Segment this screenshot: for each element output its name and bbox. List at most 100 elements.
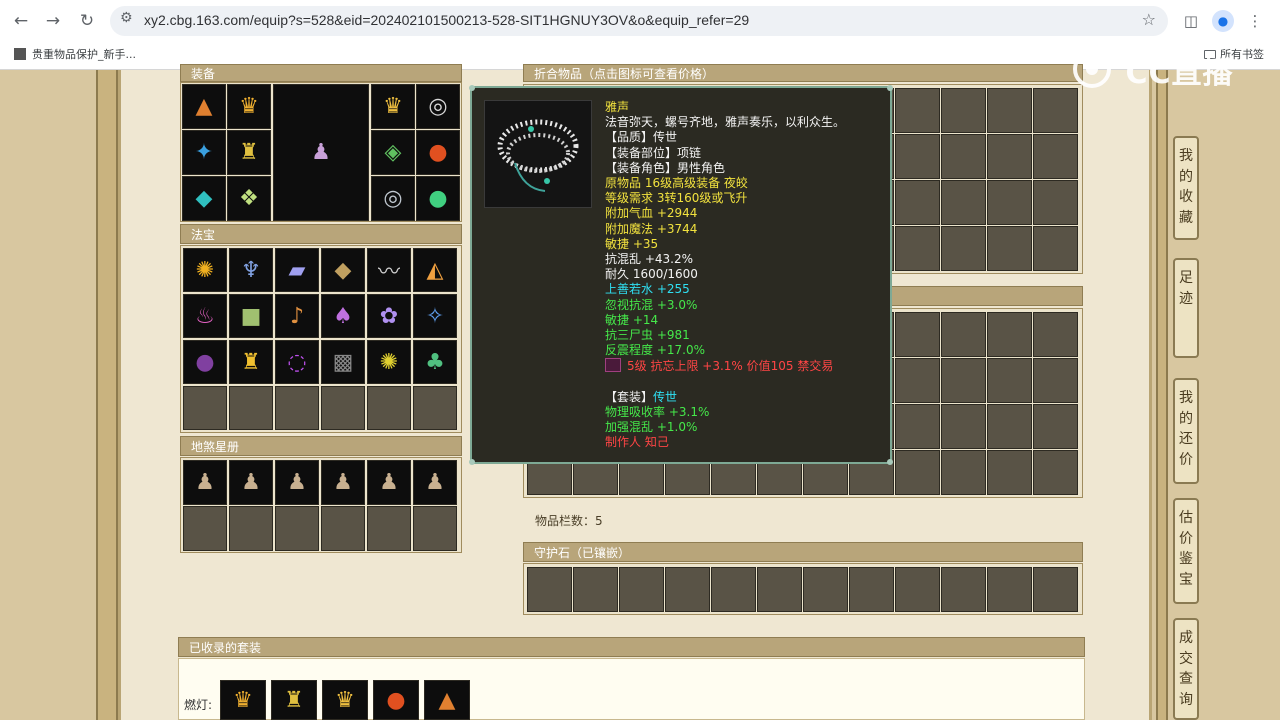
item-slot[interactable] [573, 567, 618, 612]
item-slot[interactable] [987, 567, 1032, 612]
avatar[interactable]: ● [1212, 10, 1234, 32]
item-slot[interactable] [757, 567, 802, 612]
side-tab[interactable]: 足迹 [1173, 258, 1199, 358]
disha-slot[interactable] [275, 506, 319, 551]
item-slot[interactable] [803, 567, 848, 612]
equipment-slot[interactable]: ● [416, 176, 460, 221]
fabao-slot[interactable]: ♨ [183, 294, 227, 338]
item-slot[interactable] [987, 404, 1032, 449]
item-slot[interactable] [895, 88, 940, 133]
fabao-slot[interactable] [367, 386, 411, 430]
equipment-slot[interactable]: ✦ [182, 130, 226, 175]
item-slot[interactable] [895, 226, 940, 271]
set-item-icon[interactable]: ♛ [322, 680, 368, 720]
fabao-slot[interactable]: 〰 [367, 248, 411, 292]
disha-slot[interactable] [229, 506, 273, 551]
item-slot[interactable] [527, 567, 572, 612]
item-slot[interactable] [665, 567, 710, 612]
side-tab[interactable]: 我的收藏 [1173, 136, 1199, 240]
fabao-slot[interactable]: ✺ [183, 248, 227, 292]
fabao-slot[interactable]: ✺ [367, 340, 411, 384]
item-slot[interactable] [895, 404, 940, 449]
fabao-slot[interactable]: ♪ [275, 294, 319, 338]
equipment-slot[interactable]: ◎ [416, 84, 460, 129]
side-tab[interactable]: 成交查询 [1173, 618, 1199, 720]
item-slot[interactable] [1033, 450, 1078, 495]
sidebar-icon[interactable]: ◫ [1180, 10, 1202, 32]
arrow-right-icon[interactable]: → [42, 10, 64, 32]
url-text[interactable]: xy2.cbg.163.com/equip?s=528&eid=20240210… [144, 12, 749, 28]
fabao-slot[interactable]: ✿ [367, 294, 411, 338]
side-tab[interactable]: 估价鉴宝 [1173, 498, 1199, 604]
item-slot[interactable] [1033, 567, 1078, 612]
item-slot[interactable] [941, 134, 986, 179]
set-item-icon[interactable]: ● [373, 680, 419, 720]
disha-slot[interactable] [413, 506, 457, 551]
fabao-slot[interactable]: ■ [229, 294, 273, 338]
disha-slot[interactable]: ♟ [367, 460, 411, 505]
item-slot[interactable] [1033, 226, 1078, 271]
fabao-slot[interactable]: ● [183, 340, 227, 384]
disha-slot[interactable]: ♟ [275, 460, 319, 505]
site-info-icon[interactable]: ⚙ [120, 10, 133, 26]
item-slot[interactable] [849, 567, 894, 612]
item-slot[interactable] [941, 312, 986, 357]
equipment-slot[interactable]: ▲ [182, 84, 226, 129]
fabao-slot[interactable]: ✧ [413, 294, 457, 338]
item-slot[interactable] [1033, 358, 1078, 403]
character-portrait[interactable]: ♟ [273, 84, 369, 221]
item-slot[interactable] [1033, 404, 1078, 449]
disha-slot[interactable]: ♟ [229, 460, 273, 505]
item-slot[interactable] [895, 358, 940, 403]
item-slot[interactable] [941, 450, 986, 495]
item-slot[interactable] [987, 450, 1032, 495]
item-slot[interactable] [1033, 134, 1078, 179]
fabao-slot[interactable]: ▰ [275, 248, 319, 292]
item-slot[interactable] [619, 567, 664, 612]
equipment-slot[interactable]: ♛ [227, 84, 271, 129]
bookmark-star-icon[interactable]: ☆ [1142, 10, 1156, 29]
item-slot[interactable] [895, 134, 940, 179]
item-slot[interactable] [941, 88, 986, 133]
item-slot[interactable] [987, 312, 1032, 357]
fabao-slot[interactable]: ♜ [229, 340, 273, 384]
equipment-slot[interactable]: ♛ [371, 84, 415, 129]
item-slot[interactable] [1033, 180, 1078, 225]
set-item-icon[interactable]: ♛ [220, 680, 266, 720]
item-slot[interactable] [987, 358, 1032, 403]
item-slot[interactable] [895, 180, 940, 225]
item-slot[interactable] [1033, 312, 1078, 357]
equipment-slot[interactable]: ◆ [182, 176, 226, 221]
item-slot[interactable] [987, 88, 1032, 133]
fabao-slot[interactable] [275, 386, 319, 430]
fabao-slot[interactable]: ♣ [413, 340, 457, 384]
item-slot[interactable] [987, 226, 1032, 271]
address-bar[interactable]: ⚙ xy2.cbg.163.com/equip?s=528&eid=202402… [110, 6, 1168, 36]
menu-dots-icon[interactable]: ⋮ [1244, 10, 1266, 32]
item-slot[interactable] [941, 567, 986, 612]
equipment-slot[interactable]: ◈ [371, 130, 415, 175]
equipment-slot[interactable]: ◎ [371, 176, 415, 221]
fabao-slot[interactable]: ◆ [321, 248, 365, 292]
fabao-slot[interactable]: ▩ [321, 340, 365, 384]
item-slot[interactable] [711, 567, 756, 612]
disha-slot[interactable]: ♟ [413, 460, 457, 505]
set-item-icon[interactable]: ▲ [424, 680, 470, 720]
side-tab[interactable]: 我的还价 [1173, 378, 1199, 484]
item-slot[interactable] [987, 180, 1032, 225]
bookmark-item[interactable]: 贵重物品保护_新手... [14, 46, 136, 62]
equipment-slot[interactable]: ● [416, 130, 460, 175]
fabao-slot[interactable] [229, 386, 273, 430]
fabao-slot[interactable]: ♠ [321, 294, 365, 338]
item-slot[interactable] [941, 404, 986, 449]
disha-slot[interactable] [367, 506, 411, 551]
arrow-left-icon[interactable]: ← [10, 10, 32, 32]
fabao-slot[interactable] [413, 386, 457, 430]
disha-slot[interactable]: ♟ [183, 460, 227, 505]
disha-slot[interactable]: ♟ [321, 460, 365, 505]
item-slot[interactable] [941, 358, 986, 403]
disha-slot[interactable] [321, 506, 365, 551]
fabao-slot[interactable] [183, 386, 227, 430]
equipment-slot[interactable]: ♜ [227, 130, 271, 175]
fabao-slot[interactable]: ◌ [275, 340, 319, 384]
